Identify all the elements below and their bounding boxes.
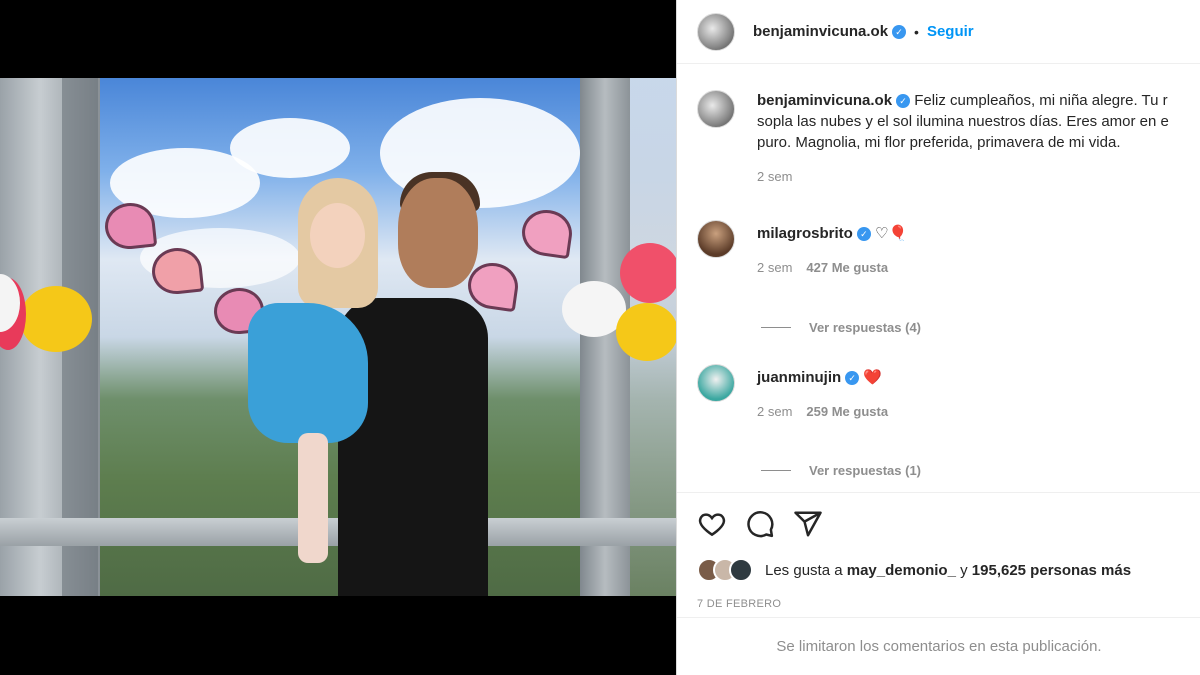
post-date[interactable]: 7 DE FEBRERO [697, 598, 781, 610]
caption-line-2: sopla las nubes y el sol ilumina nuestro… [757, 113, 1169, 130]
verified-badge-icon: ✓ [896, 94, 911, 108]
separator-dot: • [914, 23, 919, 40]
comment-body: ♡🎈 [875, 225, 908, 242]
likes-count[interactable]: 195,625 personas más [972, 562, 1131, 579]
girl-figure [248, 173, 408, 573]
likes-summary: Les gusta a may_demonio_ y 195,625 perso… [697, 558, 1131, 582]
comment-time: 2 sem [757, 260, 793, 275]
cloud-shape [230, 118, 350, 178]
post-media-area [0, 0, 676, 675]
balloon-yellow [616, 303, 676, 361]
follow-button[interactable]: Seguir [927, 23, 974, 40]
post-sidebar: benjaminvicuna.ok ✓ • Seguir benjaminvic… [676, 0, 1200, 675]
comment-icon[interactable] [745, 509, 775, 539]
comment-text: milagrosbrito ✓ ♡🎈 [757, 220, 907, 244]
verified-badge-icon: ✓ [892, 24, 907, 39]
author-username[interactable]: benjaminvicuna.ok [753, 23, 888, 40]
commenter-avatar[interactable] [697, 220, 735, 258]
likes-middle: y [960, 561, 968, 579]
caption-username[interactable]: benjaminvicuna.ok [757, 92, 892, 109]
verified-badge-icon: ✓ [845, 371, 860, 385]
comment-text: juanminujin ✓ ❤️ [757, 364, 888, 388]
balloon-red [620, 243, 676, 303]
post-photo[interactable] [0, 78, 676, 596]
likes-user[interactable]: may_demonio_ [847, 562, 956, 579]
share-icon[interactable] [793, 509, 823, 539]
heart-decoration [519, 206, 575, 260]
comment-item: milagrosbrito ✓ ♡🎈 2 sem 427 Me gusta [697, 220, 907, 275]
comment-username[interactable]: juanminujin [757, 369, 841, 386]
view-replies-label: Ver respuestas (1) [809, 463, 922, 478]
heart-icon[interactable] [697, 509, 727, 539]
view-replies-button[interactable]: Ver respuestas (1) [761, 463, 921, 478]
caption-line-1: Feliz cumpleaños, mi niña alegre. Tu r [914, 92, 1168, 109]
post-header: benjaminvicuna.ok ✓ • Seguir [677, 0, 1200, 64]
comment-meta: 2 sem 427 Me gusta [757, 260, 907, 275]
verified-badge-icon: ✓ [856, 227, 871, 241]
replies-divider [761, 470, 791, 471]
liker-avatars[interactable] [697, 558, 759, 582]
caption-line-3: puro. Magnolia, mi flor preferida, prima… [757, 134, 1121, 151]
comments-list[interactable]: benjaminvicuna.ok ✓ Feliz cumpleaños, mi … [677, 64, 1200, 492]
view-replies-label: Ver respuestas (4) [809, 320, 922, 335]
liker-avatar [729, 558, 753, 582]
caption-time: 2 sem [757, 169, 793, 184]
comments-limited-notice: Se limitaron los comentarios en esta pub… [677, 617, 1200, 675]
comment-time: 2 sem [757, 404, 793, 419]
balloon-yellow [20, 286, 92, 352]
view-replies-button[interactable]: Ver respuestas (4) [761, 320, 921, 335]
action-bar [677, 492, 1200, 562]
comment-meta: 2 sem 259 Me gusta [757, 404, 888, 419]
author-avatar[interactable] [697, 12, 735, 51]
comment-body: ❤️ [863, 369, 883, 386]
replies-divider [761, 327, 791, 328]
likes-prefix: Les gusta a [765, 561, 843, 579]
comment-item: juanminujin ✓ ❤️ 2 sem 259 Me gusta [697, 364, 888, 419]
caption-text-line: benjaminvicuna.ok ✓ Feliz cumpleaños, mi … [757, 90, 1169, 111]
caption-item: benjaminvicuna.ok ✓ Feliz cumpleaños, mi … [697, 90, 1169, 184]
commenter-avatar[interactable] [697, 364, 735, 402]
comment-likes[interactable]: 427 Me gusta [806, 260, 888, 275]
comment-username[interactable]: milagrosbrito [757, 225, 853, 242]
comment-likes[interactable]: 259 Me gusta [806, 404, 888, 419]
caption-avatar[interactable] [697, 90, 735, 128]
